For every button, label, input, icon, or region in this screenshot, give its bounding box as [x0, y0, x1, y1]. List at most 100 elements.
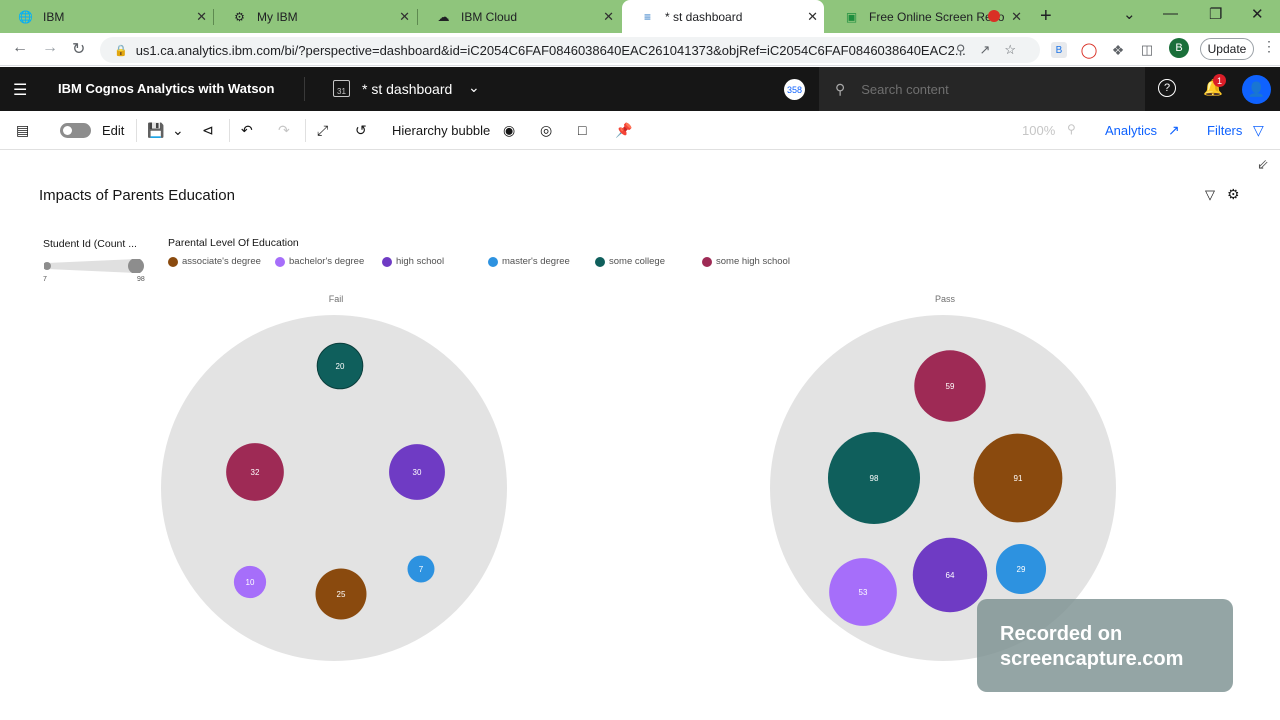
close-icon[interactable]: ✕: [196, 9, 207, 25]
legend-item-associates-degree[interactable]: associate's degree: [168, 256, 261, 267]
browser-tab-bar: 🌐 IBM ✕ ⚙ My IBM ✕ ☁ IBM Cloud ✕ ≡ * st …: [0, 0, 1280, 33]
tab-search-icon[interactable]: ⌄: [1123, 5, 1136, 23]
bubble-value-label: 7: [419, 565, 424, 574]
close-icon[interactable]: ✕: [399, 9, 410, 25]
dashboard-toolbar: ▤ Edit 💾 ⌄ ⊲ ↶ ↷ ⤢ ↺ Hierarchy bubble ◉ …: [0, 111, 1280, 150]
ibm-icon: ⚙: [234, 9, 245, 24]
size-legend-scale: [44, 259, 144, 273]
app-header: ☰ IBM Cognos Analytics with Watson 31 * …: [0, 67, 1280, 111]
analytics-icon: ↗: [1168, 122, 1180, 138]
close-window-icon[interactable]: ✕: [1251, 5, 1264, 23]
lock-icon: 🔒: [114, 44, 128, 57]
dashboard-icon: 31: [333, 80, 350, 97]
profile-avatar[interactable]: B: [1169, 38, 1189, 58]
bubble-value-label: 25: [337, 590, 346, 599]
edit-label[interactable]: Edit: [102, 123, 124, 138]
browser-tab-screen-recorder[interactable]: ▣ Free Online Screen Reco ✕: [826, 0, 1028, 33]
bubble-group-fail: Fail 20 32 30 10 25 7: [161, 294, 507, 661]
bubble-value-label: 91: [1014, 474, 1023, 483]
crop-icon[interactable]: □: [578, 122, 586, 138]
bubble-value-label: 59: [946, 382, 955, 391]
legend-label: high school: [396, 256, 445, 267]
search-input[interactable]: ⚲ Search content: [819, 67, 1145, 111]
back-icon[interactable]: ←: [12, 39, 28, 57]
size-legend-min: 7: [43, 276, 47, 283]
chevron-down-icon[interactable]: ⌄: [468, 79, 480, 96]
browser-tab-st-dashboard[interactable]: ≡ * st dashboard ✕: [622, 0, 824, 33]
legend-dot: [275, 256, 285, 267]
gear-icon[interactable]: ⚙: [1227, 186, 1240, 203]
close-icon[interactable]: ✕: [1011, 9, 1022, 25]
bubble-value-label: 64: [946, 571, 955, 580]
collapse-icon[interactable]: ⇙: [1257, 156, 1269, 173]
count-badge[interactable]: 358: [784, 79, 805, 100]
bubble-value-label: 53: [859, 588, 868, 597]
legend-dot: [488, 256, 498, 267]
tab-title: IBM Cloud: [461, 9, 518, 24]
expand-icon[interactable]: ⤢: [317, 122, 328, 139]
side-panel-icon[interactable]: ◫: [1139, 42, 1155, 58]
visualization-icon[interactable]: ◉: [503, 122, 515, 139]
forward-icon[interactable]: →: [42, 39, 58, 57]
watermark-line: screencapture.com: [1000, 648, 1184, 670]
legend-item-bachelors-degree[interactable]: bachelor's degree: [275, 256, 364, 267]
legend-item-some-high-school[interactable]: some high school: [702, 256, 790, 267]
redo-icon[interactable]: ↷: [278, 122, 290, 139]
bubble-value-label: 29: [1017, 565, 1026, 574]
legend-item-masters-degree[interactable]: master's degree: [488, 256, 570, 267]
cloud-icon: ☁: [437, 9, 450, 24]
close-icon[interactable]: ✕: [807, 9, 818, 25]
extension-opera-icon[interactable]: ◯: [1081, 42, 1098, 59]
extensions-puzzle-icon[interactable]: ❖: [1110, 42, 1126, 58]
header-divider: [304, 77, 305, 101]
url-action-icons[interactable]: ⚲↗☆: [956, 42, 1030, 58]
legend-label: master's degree: [502, 256, 570, 267]
share-icon[interactable]: ⊲: [202, 122, 214, 139]
toolbar-divider: [136, 119, 137, 142]
menu-icon[interactable]: ☰: [13, 80, 27, 100]
edit-toggle[interactable]: [60, 123, 91, 138]
legend-dot: [702, 256, 712, 267]
new-tab-icon[interactable]: +: [1040, 5, 1052, 28]
analytics-button[interactable]: Analytics: [1105, 123, 1157, 138]
update-button[interactable]: Update: [1200, 38, 1254, 60]
browser-tab-my-ibm[interactable]: ⚙ My IBM ✕: [214, 0, 416, 33]
group-label: Fail: [329, 294, 344, 304]
reset-icon[interactable]: ↺: [355, 122, 367, 139]
filter-icon: ▽: [1253, 122, 1264, 138]
help-icon[interactable]: ?: [1158, 79, 1176, 97]
maximize-icon[interactable]: ❐: [1209, 5, 1222, 23]
minimize-icon[interactable]: —: [1163, 5, 1178, 22]
reload-icon[interactable]: ↻: [72, 39, 85, 59]
dashboard-name[interactable]: * st dashboard: [362, 81, 452, 97]
pin-icon[interactable]: 📌: [615, 122, 632, 139]
browser-tab-ibm-cloud[interactable]: ☁ IBM Cloud ✕: [418, 0, 620, 33]
widget-type-label[interactable]: Hierarchy bubble: [392, 123, 490, 138]
toolbar-divider: [305, 119, 306, 142]
extension-b-icon[interactable]: B: [1051, 42, 1067, 58]
user-icon[interactable]: 👤: [1242, 75, 1271, 104]
legend-item-high-school[interactable]: high school: [382, 256, 444, 267]
comment-icon[interactable]: ▤: [16, 122, 29, 139]
tab-title: Free Online Screen Reco: [869, 9, 1005, 24]
tab-title: My IBM: [257, 9, 298, 24]
app-brand: IBM Cognos Analytics with Watson: [58, 81, 275, 96]
widget-filter-icon[interactable]: ▽: [1205, 187, 1215, 203]
undo-icon[interactable]: ↶: [241, 122, 253, 139]
target-icon[interactable]: ◎: [540, 122, 552, 139]
chevron-down-icon[interactable]: ⌄: [172, 122, 184, 139]
legend-dot: [168, 256, 178, 267]
zoom-icon[interactable]: ⚲: [1067, 122, 1076, 136]
legend-label: bachelor's degree: [289, 256, 365, 267]
bubble-value-label: 20: [336, 362, 345, 371]
browser-tab-ibm[interactable]: 🌐 IBM ✕: [0, 0, 213, 33]
url-field[interactable]: 🔒 us1.ca.analytics.ibm.com/bi/?perspecti…: [100, 37, 1040, 63]
recording-watermark: Recorded on screencapture.com: [977, 599, 1233, 692]
filters-button[interactable]: Filters: [1207, 123, 1242, 138]
legend-item-some-college[interactable]: some college: [595, 256, 665, 267]
browser-menu-icon[interactable]: ⋮: [1262, 38, 1276, 55]
save-icon[interactable]: 💾: [147, 122, 164, 139]
close-icon[interactable]: ✕: [603, 9, 614, 25]
size-legend-title: Student Id (Count ...: [43, 238, 137, 250]
cognos-icon: ≡: [643, 9, 651, 24]
